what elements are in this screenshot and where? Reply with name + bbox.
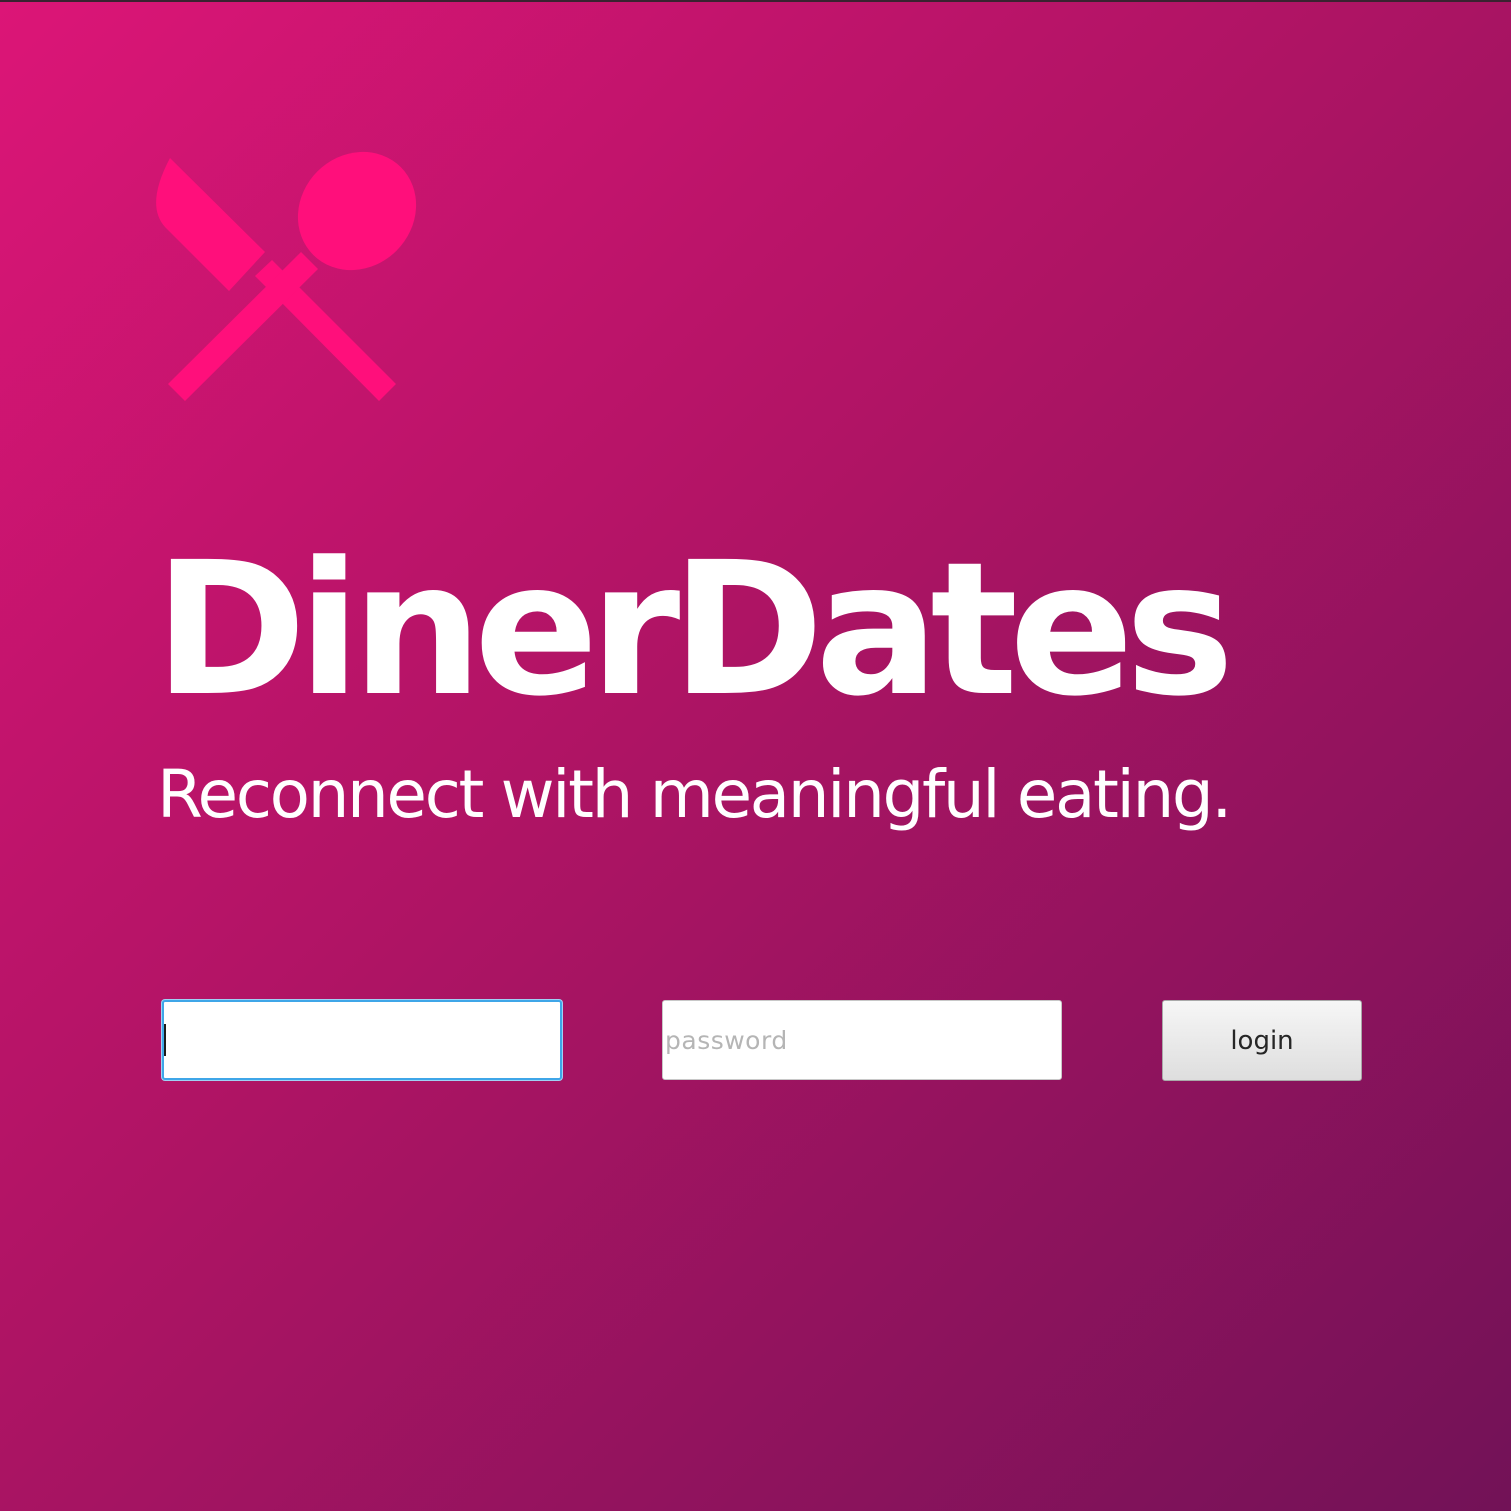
login-window: DinerDates Reconnect with meaningful eat… (0, 0, 1511, 1511)
username-input[interactable] (162, 1000, 562, 1080)
cutlery-logo-icon (150, 150, 420, 405)
password-input[interactable] (662, 1000, 1062, 1080)
app-title: DinerDates (154, 523, 1234, 737)
tagline: Reconnect with meaningful eating. (157, 756, 1232, 833)
text-caret (164, 1024, 166, 1056)
window-top-border (0, 0, 1511, 2)
login-button[interactable]: login (1162, 1000, 1362, 1081)
